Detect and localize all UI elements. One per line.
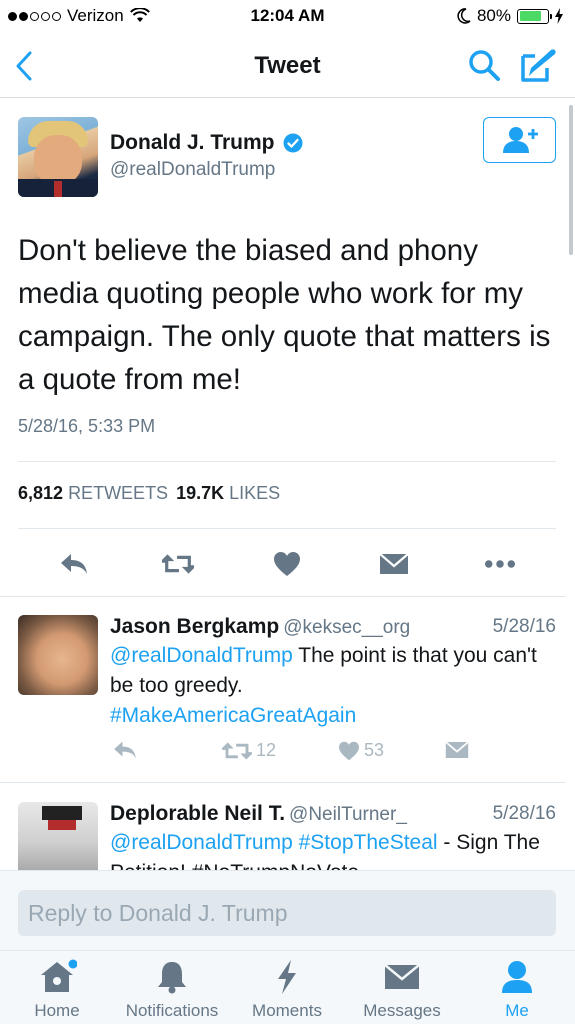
divider <box>18 528 556 529</box>
battery-level <box>519 11 542 21</box>
reply-author[interactable]: Jason Bergkamp @keksec__org <box>110 615 410 639</box>
moon-icon <box>457 8 471 24</box>
hashtag-link[interactable]: #StopTheSteal <box>299 831 438 854</box>
reply-date: 5/28/16 <box>492 616 556 637</box>
author-handle[interactable]: @realDonaldTrump <box>110 159 275 181</box>
tab-notifications[interactable]: Notifications <box>117 957 227 1023</box>
tweet-actions <box>0 539 566 589</box>
avatar[interactable] <box>18 615 98 695</box>
follow-button[interactable] <box>483 117 556 163</box>
battery-icon <box>517 8 552 24</box>
lightning-icon <box>278 960 296 994</box>
envelope-icon <box>445 741 469 758</box>
envelope-icon <box>384 964 420 989</box>
tweet-stats: 6,812 RETWEETS 19.7K LIKES <box>18 483 280 504</box>
retweet-stat[interactable]: 6,812 RETWEETS <box>18 483 168 504</box>
reply-button[interactable] <box>58 549 90 579</box>
reply-retweet-button[interactable]: 12 <box>222 740 276 761</box>
avatar[interactable] <box>18 117 98 197</box>
mention-link[interactable]: @realDonaldTrump <box>110 831 293 854</box>
reply-reply-button[interactable] <box>112 740 138 760</box>
add-user-icon <box>502 127 538 153</box>
reply-author-name: Jason Bergkamp <box>110 615 280 638</box>
tab-moments[interactable]: Moments <box>232 957 342 1023</box>
retweet-icon <box>162 554 194 574</box>
search-button[interactable] <box>467 48 503 84</box>
compose-icon <box>521 49 556 82</box>
tab-bar: Home Notifications Moments Messages Me <box>0 950 575 1024</box>
reply-icon <box>61 554 87 574</box>
status-right: 80% <box>457 6 563 26</box>
retweet-count: 12 <box>256 740 277 760</box>
reply-composer <box>0 870 575 950</box>
reply-author-handle: @NeilTurner_ <box>289 804 407 825</box>
status-bar: Verizon 12:04 AM 80% <box>0 0 575 34</box>
retweet-button[interactable] <box>162 549 194 579</box>
charging-icon <box>555 8 563 24</box>
tab-label: Moments <box>252 1001 322 1020</box>
tab-me[interactable]: Me <box>462 957 572 1023</box>
like-label: LIKES <box>229 483 281 503</box>
battery-percent: 80% <box>476 6 511 25</box>
direct-message-button[interactable] <box>378 549 410 579</box>
avatar-stripe <box>48 820 76 830</box>
divider <box>18 461 556 462</box>
scroll-indicator[interactable] <box>569 105 573 255</box>
reply-author[interactable]: Deplorable Neil T. @NeilTurner_ <box>110 802 407 826</box>
avatar-banner <box>42 806 82 820</box>
retweet-count: 6,812 <box>18 483 64 503</box>
reply-icon <box>114 741 136 759</box>
reply-author-handle: @keksec__org <box>283 617 411 638</box>
tab-label: Home <box>34 1001 80 1020</box>
envelope-icon <box>379 553 409 574</box>
tweet-text: Don't believe the biased and phony media… <box>18 234 551 396</box>
like-count: 53 <box>364 740 385 760</box>
reply-text: @realDonaldTrump #StopTheSteal - Sign Th… <box>110 828 560 870</box>
heart-icon <box>274 552 300 576</box>
tab-home[interactable]: Home <box>2 957 112 1023</box>
tab-label: Messages <box>363 1001 441 1020</box>
tab-label: Me <box>505 1001 529 1020</box>
author-name: Donald J. Trump <box>110 131 275 154</box>
tab-label: Notifications <box>125 1001 219 1020</box>
reply-tweet[interactable]: Deplorable Neil T. @NeilTurner_ 5/28/16 @… <box>0 784 566 870</box>
home-icon <box>41 959 77 992</box>
reply-author-name: Deplorable Neil T. <box>110 802 286 825</box>
reply-dm-button[interactable] <box>445 740 469 760</box>
person-icon <box>502 961 532 993</box>
more-dots-icon <box>484 560 516 568</box>
reply-date: 5/28/16 <box>492 803 556 824</box>
retweet-icon <box>222 741 252 760</box>
tab-messages[interactable]: Messages <box>347 957 457 1023</box>
retweet-label: RETWEETS <box>68 483 169 503</box>
mention-link[interactable]: @realDonaldTrump <box>110 644 293 667</box>
reply-tweet[interactable]: Jason Bergkamp @keksec__org 5/28/16 @real… <box>0 597 566 783</box>
like-button[interactable] <box>271 549 303 579</box>
more-button[interactable] <box>484 549 516 579</box>
avatar[interactable] <box>18 802 98 870</box>
nav-bar: Tweet <box>0 34 575 98</box>
heart-icon <box>339 741 359 760</box>
reply-text: @realDonaldTrump The point is that you c… <box>110 641 560 731</box>
hashtag-link[interactable]: #MakeAmericaGreatAgain <box>110 704 356 727</box>
compose-button[interactable] <box>519 46 559 84</box>
reply-input[interactable] <box>18 890 556 936</box>
author-name-row[interactable]: Donald J. Trump <box>110 131 303 155</box>
tweet-timestamp: 5/28/16, 5:33 PM <box>18 416 156 436</box>
verified-badge-icon <box>283 133 303 153</box>
reply-like-button[interactable]: 53 <box>338 740 384 761</box>
bell-icon <box>158 962 186 994</box>
like-stat[interactable]: 19.7K LIKES <box>176 483 280 504</box>
reply-actions: 12 53 <box>110 740 550 770</box>
search-icon <box>469 50 500 81</box>
like-count: 19.7K <box>176 483 225 503</box>
